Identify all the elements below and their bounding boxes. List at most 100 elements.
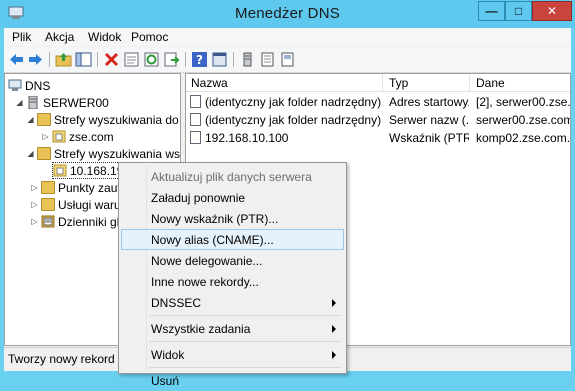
collapse-icon[interactable]: ◢ bbox=[15, 98, 24, 107]
expand-icon[interactable]: ▷ bbox=[30, 200, 39, 209]
table-row[interactable]: (identyczny jak folder nadrzędny) Adres … bbox=[186, 93, 571, 111]
record-name: 192.168.10.100 bbox=[205, 131, 289, 145]
close-button[interactable]: ✕ bbox=[532, 1, 572, 21]
tree-item-label: Strefy wyszukiwania do przodu bbox=[54, 112, 180, 127]
tree-item-reverse-zones[interactable]: ◢ Strefy wyszukiwania wstecz bbox=[26, 145, 181, 162]
maximize-button[interactable]: □ bbox=[505, 1, 532, 21]
column-header-data[interactable]: Dane bbox=[476, 76, 505, 90]
menu-separator bbox=[149, 341, 341, 342]
zone-record-icon[interactable] bbox=[259, 51, 276, 68]
menu-item-new-delegation[interactable]: Nowe delegowanie... bbox=[121, 250, 344, 271]
collapse-icon[interactable]: ◢ bbox=[26, 115, 35, 124]
help-icon[interactable]: ? bbox=[191, 51, 208, 68]
menu-pomoc[interactable]: Pomoc bbox=[131, 30, 168, 44]
menu-item-label: Aktualizuj plik danych serwera bbox=[151, 170, 312, 184]
menu-item-label: Załaduj ponownie bbox=[151, 191, 246, 205]
toolbar-separator bbox=[49, 52, 50, 67]
show-hide-tree-icon[interactable] bbox=[75, 51, 92, 68]
column-divider[interactable] bbox=[469, 74, 470, 92]
refresh-icon[interactable] bbox=[143, 51, 160, 68]
up-folder-icon[interactable] bbox=[55, 51, 72, 68]
column-header-type[interactable]: Typ bbox=[389, 76, 408, 90]
tree-item-dns[interactable]: DNS bbox=[8, 77, 50, 94]
delete-icon[interactable] bbox=[103, 51, 120, 68]
maximize-icon: □ bbox=[514, 4, 523, 18]
menu-item-all-tasks[interactable]: Wszystkie zadania bbox=[121, 318, 344, 339]
toolbar-separator bbox=[233, 52, 234, 67]
tree-item-label: Strefy wyszukiwania wstecz bbox=[54, 146, 181, 161]
table-row[interactable]: (identyczny jak folder nadrzędny) Serwer… bbox=[186, 111, 570, 129]
menu-bar: Plik Akcja Widok Pomoc bbox=[4, 28, 571, 46]
record-data: [2], serwer00.zse.com bbox=[476, 95, 571, 109]
record-icon bbox=[190, 131, 201, 144]
toolbar-separator bbox=[97, 52, 98, 67]
tree-item-forward-zones[interactable]: ◢ Strefy wyszukiwania do przodu bbox=[26, 111, 180, 128]
column-divider[interactable] bbox=[382, 74, 383, 92]
minimize-icon: — bbox=[485, 4, 498, 18]
menu-item-reload[interactable]: Załaduj ponownie bbox=[121, 187, 344, 208]
record-name: (identyczny jak folder nadrzędny) bbox=[205, 95, 382, 109]
record-type: Wskaźnik (PTR) bbox=[389, 131, 469, 145]
expand-icon[interactable]: ▷ bbox=[30, 183, 39, 192]
doc-record-icon[interactable] bbox=[279, 51, 296, 68]
forward-icon[interactable] bbox=[27, 51, 44, 68]
folder-icon bbox=[41, 181, 55, 194]
toolbar: ? bbox=[4, 47, 571, 73]
menu-item-view[interactable]: Widok bbox=[121, 344, 344, 365]
minimize-button[interactable]: — bbox=[478, 1, 505, 21]
log-icon bbox=[41, 215, 55, 228]
back-icon[interactable] bbox=[8, 51, 25, 68]
menu-widok[interactable]: Widok bbox=[88, 30, 121, 44]
menu-item-dnssec[interactable]: DNSSEC bbox=[121, 292, 344, 313]
server-icon bbox=[28, 96, 38, 109]
tree-item-label: zse.com bbox=[69, 129, 114, 144]
menu-separator bbox=[149, 315, 341, 316]
menu-akcja[interactable]: Akcja bbox=[45, 30, 74, 44]
submenu-arrow-icon bbox=[332, 351, 336, 359]
svg-text:?: ? bbox=[196, 53, 203, 67]
zone-icon bbox=[53, 164, 67, 177]
dns-icon bbox=[8, 79, 22, 91]
export-list-icon[interactable] bbox=[163, 51, 180, 68]
menu-item-label: Inne nowe rekordy... bbox=[151, 275, 259, 289]
menu-item-label: Nowy wskaźnik (PTR)... bbox=[151, 212, 279, 226]
folder-icon bbox=[37, 113, 51, 126]
menu-item-update-server-data[interactable]: Aktualizuj plik danych serwera bbox=[121, 166, 344, 187]
menu-item-label: DNSSEC bbox=[151, 296, 202, 310]
menu-plik[interactable]: Plik bbox=[12, 30, 31, 44]
table-row[interactable]: 192.168.10.100 Wskaźnik (PTR) komp02.zse… bbox=[186, 129, 570, 147]
record-icon bbox=[190, 95, 201, 108]
folder-icon bbox=[41, 198, 55, 211]
menu-item-label: Widok bbox=[151, 348, 185, 362]
menu-item-label: Nowy alias (CNAME)... bbox=[151, 233, 274, 247]
menu-separator bbox=[149, 367, 341, 368]
menu-item-other-new-records[interactable]: Inne nowe rekordy... bbox=[121, 271, 344, 292]
expand-icon[interactable]: ▷ bbox=[30, 217, 39, 226]
server-record-icon[interactable] bbox=[239, 51, 256, 68]
properties-icon[interactable] bbox=[123, 51, 140, 68]
console-icon[interactable] bbox=[211, 51, 228, 68]
menu-item-new-cname[interactable]: Nowy alias (CNAME)... bbox=[121, 229, 344, 250]
submenu-arrow-icon bbox=[332, 325, 336, 333]
tree-item-zse-com[interactable]: ▷ zse.com bbox=[41, 128, 114, 145]
column-header-name[interactable]: Nazwa bbox=[191, 76, 228, 90]
menu-item-delete[interactable]: Usuń bbox=[121, 370, 344, 391]
menu-item-new-ptr[interactable]: Nowy wskaźnik (PTR)... bbox=[121, 208, 344, 229]
close-icon: ✕ bbox=[546, 4, 558, 18]
context-menu: Aktualizuj plik danych serwera Załaduj p… bbox=[118, 162, 347, 388]
record-name: (identyczny jak folder nadrzędny) bbox=[205, 113, 382, 127]
submenu-arrow-icon bbox=[332, 299, 336, 307]
tree-item-label: SERWER00 bbox=[43, 95, 109, 110]
expand-icon[interactable]: ▷ bbox=[41, 132, 50, 141]
folder-icon bbox=[37, 147, 51, 160]
toolbar-separator bbox=[185, 52, 186, 67]
title-bar: Menedżer DNS — □ ✕ bbox=[0, 0, 575, 28]
list-header: Nazwa Typ Dane bbox=[186, 74, 570, 92]
tree-item-server[interactable]: ◢ SERWER00 bbox=[15, 94, 109, 111]
collapse-icon[interactable]: ◢ bbox=[26, 149, 35, 158]
menu-item-label: Nowe delegowanie... bbox=[151, 254, 263, 268]
record-icon bbox=[190, 113, 201, 126]
record-type: Adres startowy... bbox=[389, 95, 469, 109]
zone-icon bbox=[52, 130, 66, 143]
record-type: Serwer nazw (... bbox=[389, 113, 469, 127]
